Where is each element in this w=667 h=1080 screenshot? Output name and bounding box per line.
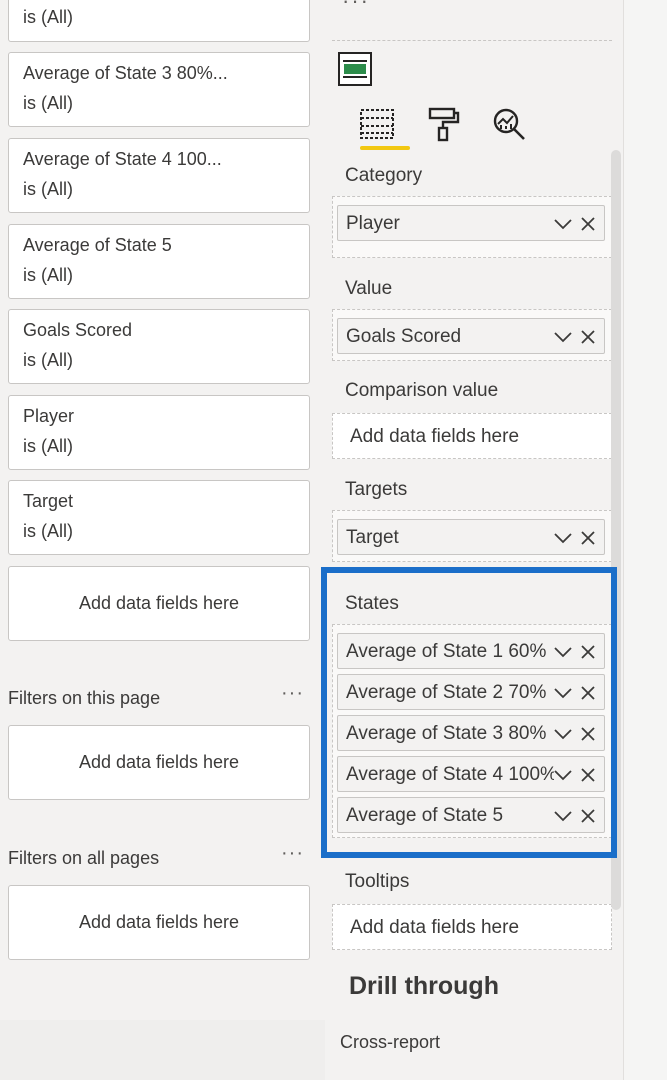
section-title: Filters on all pages xyxy=(8,848,160,868)
filter-condition: is (All) xyxy=(23,436,73,456)
field-name: Player xyxy=(346,213,400,234)
tooltips-well-label: Tooltips xyxy=(345,871,410,892)
add-all-pages-filter-dropzone[interactable]: Add data fields here xyxy=(8,885,310,960)
filter-card[interactable]: Goals Scored is (All) xyxy=(8,309,310,384)
filter-condition: is (All) xyxy=(23,7,73,27)
drill-through-header: Drill through xyxy=(349,972,499,1000)
filter-condition: is (All) xyxy=(23,265,73,285)
chevron-down-icon[interactable] xyxy=(552,765,574,785)
analytics-magnifier-icon xyxy=(493,108,525,140)
field-name: Average of State 1 60% xyxy=(346,641,547,662)
field-name: Goals Scored xyxy=(346,326,462,347)
filter-card[interactable]: Average of State 4 100... is (All) xyxy=(8,138,310,213)
comparison-well[interactable]: Add data fields here xyxy=(332,413,612,459)
add-fields-label: Add data fields here xyxy=(78,912,240,932)
filter-card[interactable]: is (All) xyxy=(8,0,310,42)
chevron-down-icon[interactable] xyxy=(552,724,574,744)
filter-condition: is (All) xyxy=(23,179,73,199)
icon-line xyxy=(343,60,367,62)
states-field-pill[interactable]: Average of State 3 80% xyxy=(337,715,605,751)
close-icon[interactable] xyxy=(578,327,598,347)
states-field-pill[interactable]: Average of State 1 60% xyxy=(337,633,605,669)
analytics-tab[interactable] xyxy=(489,104,529,144)
filter-field-name: Average of State 4 100... xyxy=(23,149,222,169)
filter-card[interactable]: Average of State 5 is (All) xyxy=(8,224,310,299)
value-well-label: Value xyxy=(345,278,393,299)
filter-condition: is (All) xyxy=(23,350,73,370)
add-fields-label: Add data fields here xyxy=(78,593,240,613)
close-icon[interactable] xyxy=(578,214,598,234)
filter-field-name: Average of State 3 80%... xyxy=(23,63,228,83)
filter-field-name: Player xyxy=(23,406,75,426)
chevron-down-icon[interactable] xyxy=(552,642,574,662)
add-visual-filter-dropzone[interactable]: Add data fields here xyxy=(8,566,310,641)
filters-pane-footer xyxy=(0,1020,325,1080)
field-name: Average of State 5 xyxy=(346,805,504,826)
chevron-down-icon[interactable] xyxy=(552,327,574,347)
filter-card[interactable]: Average of State 3 80%... is (All) xyxy=(8,52,310,127)
chevron-down-icon[interactable] xyxy=(552,528,574,548)
filter-field-name: Goals Scored xyxy=(23,320,133,340)
value-field-pill[interactable]: Goals Scored xyxy=(337,318,605,354)
states-field-pill[interactable]: Average of State 2 70% xyxy=(337,674,605,710)
fields-grid-icon xyxy=(360,109,394,139)
field-name: Average of State 2 70% xyxy=(346,682,547,703)
filter-field-name: Average of State 5 xyxy=(23,235,172,255)
close-icon[interactable] xyxy=(578,724,598,744)
section-title: Filters on this page xyxy=(8,688,161,708)
close-icon[interactable] xyxy=(578,765,598,785)
field-name: Average of State 3 80% xyxy=(346,723,547,744)
targets-well-label: Targets xyxy=(345,479,408,500)
tooltips-well[interactable]: Add data fields here xyxy=(332,904,612,950)
filter-condition: is (All) xyxy=(23,521,73,541)
filters-on-this-page-header: Filters on this page ··· xyxy=(8,682,310,712)
filter-card[interactable]: Target is (All) xyxy=(8,480,310,555)
category-well-label: Category xyxy=(345,165,423,186)
filter-condition: is (All) xyxy=(23,93,73,113)
states-field-pill[interactable]: Average of State 5 xyxy=(337,797,605,833)
right-pane-strip xyxy=(623,0,667,1080)
states-field-pill[interactable]: Average of State 4 100% xyxy=(337,756,605,792)
close-icon[interactable] xyxy=(578,642,598,662)
divider xyxy=(332,40,612,41)
icon-line xyxy=(343,76,367,78)
active-tab-indicator xyxy=(360,146,410,150)
category-field-pill[interactable]: Player xyxy=(337,205,605,241)
more-options-icon[interactable]: ··· xyxy=(281,842,304,865)
add-page-filter-dropzone[interactable]: Add data fields here xyxy=(8,725,310,800)
add-fields-label: Add data fields here xyxy=(78,752,240,772)
field-name: Target xyxy=(346,527,399,548)
filter-field-name: Target xyxy=(23,491,74,511)
bullet-chart-visual-icon[interactable] xyxy=(338,52,372,86)
more-options-icon[interactable]: ··· xyxy=(281,682,304,705)
add-fields-label: Add data fields here xyxy=(350,917,520,938)
targets-field-pill[interactable]: Target xyxy=(337,519,605,555)
comparison-well-label: Comparison value xyxy=(345,380,499,401)
filters-pane: is (All) Average of State 3 80%... is (A… xyxy=(0,0,325,1020)
field-name: Average of State 4 100% xyxy=(346,764,554,785)
add-fields-label: Add data fields here xyxy=(350,426,520,447)
chevron-down-icon[interactable] xyxy=(552,214,574,234)
fields-tab[interactable] xyxy=(357,104,397,144)
cross-report-label: Cross-report xyxy=(340,1032,441,1052)
more-visuals-icon[interactable]: ··· xyxy=(342,0,370,14)
viz-pane-scrollbar[interactable] xyxy=(611,150,621,910)
close-icon[interactable] xyxy=(578,528,598,548)
chevron-down-icon[interactable] xyxy=(552,806,574,826)
icon-bar xyxy=(344,64,366,74)
filter-card[interactable]: Player is (All) xyxy=(8,395,310,470)
states-well-label: States xyxy=(345,593,399,614)
chevron-down-icon[interactable] xyxy=(552,683,574,703)
close-icon[interactable] xyxy=(578,806,598,826)
close-icon[interactable] xyxy=(578,683,598,703)
paint-roller-icon xyxy=(428,107,460,142)
filters-on-all-pages-header: Filters on all pages ··· xyxy=(8,842,310,872)
format-tab[interactable] xyxy=(423,104,463,144)
